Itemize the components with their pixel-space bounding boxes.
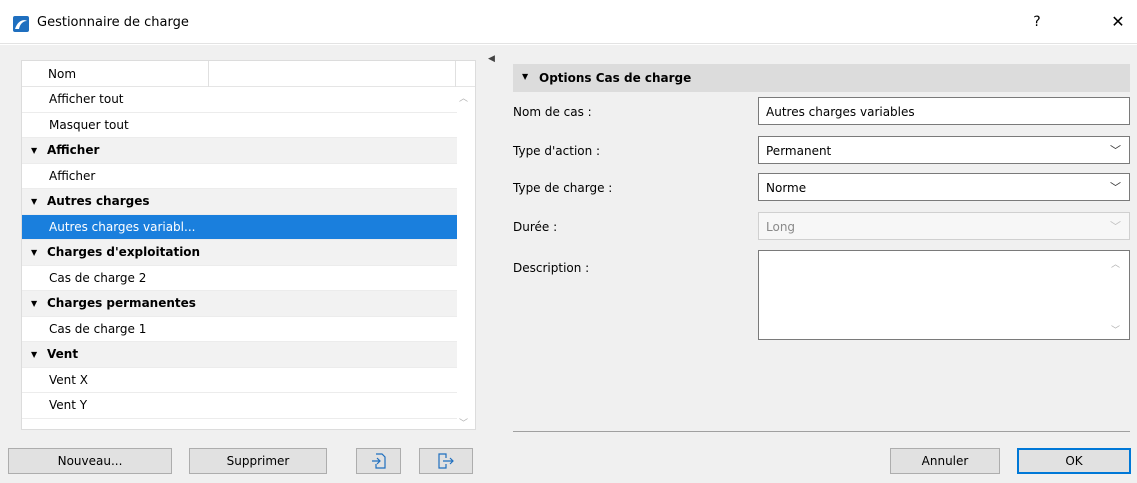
ok-button[interactable]: OK: [1017, 448, 1131, 474]
tree-row-label: Masquer tout: [49, 117, 129, 132]
tree-row-label: Afficher: [47, 143, 100, 157]
tree-item-row[interactable]: Cas de charge 1: [22, 317, 457, 342]
tree-group-row[interactable]: ▼ Charges d'exploitation: [22, 240, 457, 266]
close-button[interactable]: ✕: [1105, 10, 1131, 34]
title-bar: Gestionnaire de charge ? ✕: [0, 0, 1137, 44]
case-name-field[interactable]: Autres charges variables: [758, 97, 1130, 125]
tree-row-label: Cas de charge 1: [49, 321, 147, 336]
tree-item-row[interactable]: Afficher: [22, 164, 457, 189]
expand-triangle-icon[interactable]: ▼: [31, 138, 37, 163]
collapse-panel-icon[interactable]: ◀: [488, 54, 495, 64]
tree-header: Nom: [22, 61, 475, 87]
tree-item-row[interactable]: Vent X: [22, 368, 457, 393]
section-title: Options Cas de charge: [539, 71, 692, 85]
tree-item-row[interactable]: Masquer tout: [22, 113, 457, 138]
scroll-down-icon[interactable]: ﹀: [1111, 323, 1120, 336]
chevron-down-icon: ﹀: [1110, 144, 1121, 157]
load-type-value: Norme: [766, 181, 807, 195]
chevron-down-icon: ﹀: [1110, 220, 1121, 233]
chevron-down-icon: ﹀: [1110, 181, 1121, 194]
expand-triangle-icon[interactable]: ▼: [31, 189, 37, 214]
tree-row-label: Charges d'exploitation: [47, 245, 201, 259]
tree-row-label: Autres charges variabl...: [49, 219, 196, 234]
duration-label: Durée :: [513, 220, 558, 234]
options-section-header[interactable]: ▼ Options Cas de charge: [513, 64, 1130, 92]
help-button[interactable]: ?: [1024, 10, 1050, 34]
tree-row-label: Vent: [47, 347, 79, 361]
load-type-label: Type de charge :: [513, 181, 613, 195]
tree-rows: Afficher tout Masquer tout ▼ Afficher Affich…: [22, 87, 457, 419]
new-button[interactable]: Nouveau...: [8, 448, 172, 474]
tree-row-label: Vent Y: [49, 398, 88, 412]
tree-row-label: Afficher tout: [49, 92, 124, 106]
column-divider: [455, 61, 456, 87]
tree-group-row[interactable]: ▼ Vent: [22, 342, 457, 368]
action-type-select[interactable]: Permanent ﹀: [758, 136, 1130, 164]
tree-item-row[interactable]: Cas de charge 2: [22, 266, 457, 291]
load-type-select[interactable]: Norme ﹀: [758, 173, 1130, 201]
export-icon: [438, 453, 454, 469]
divider: [513, 431, 1130, 432]
description-label: Description :: [513, 261, 590, 275]
scroll-up-icon[interactable]: ︿: [1111, 257, 1120, 270]
dialog-body: Nom Afficher tout Masquer tout ▼ Afficher Af…: [0, 45, 1137, 483]
case-name-value: Autres charges variables: [766, 105, 915, 119]
expand-triangle-icon[interactable]: ▼: [31, 342, 37, 367]
window-title: Gestionnaire de charge: [37, 15, 189, 30]
action-type-value: Permanent: [766, 144, 832, 158]
tree-row-label: Vent X: [49, 372, 89, 387]
tree-row-label: Cas de charge 2: [49, 270, 147, 285]
column-divider[interactable]: [208, 61, 209, 87]
delete-button[interactable]: Supprimer: [189, 448, 327, 474]
tree-group-row[interactable]: ▼ Charges permanentes: [22, 291, 457, 317]
tree-group-row[interactable]: ▼ Afficher: [22, 138, 457, 164]
action-type-label: Type d'action :: [513, 144, 601, 158]
scroll-down-icon[interactable]: ﹀: [459, 416, 468, 429]
tree-item-row[interactable]: Vent Y: [22, 393, 457, 419]
duration-value: Long: [766, 220, 796, 234]
expand-triangle-icon[interactable]: ▼: [31, 240, 37, 265]
load-case-tree: Nom Afficher tout Masquer tout ▼ Afficher Af…: [21, 60, 476, 430]
tree-group-row[interactable]: ▼ Autres charges: [22, 189, 457, 215]
tree-row-label: Charges permanentes: [47, 296, 196, 310]
app-icon: [13, 16, 29, 32]
column-header-nom[interactable]: Nom: [48, 67, 76, 81]
import-icon: [371, 453, 386, 469]
expand-triangle-icon[interactable]: ▼: [31, 291, 37, 316]
cancel-button[interactable]: Annuler: [890, 448, 1000, 474]
case-name-label: Nom de cas :: [513, 105, 592, 119]
collapse-triangle-icon: ▼: [522, 72, 529, 81]
description-textarea[interactable]: ︿ ﹀: [758, 250, 1130, 340]
tree-item-row[interactable]: Autres charges variabl...: [22, 214, 457, 240]
scroll-up-icon[interactable]: ︿: [459, 91, 468, 104]
tree-item-row[interactable]: Afficher tout: [22, 87, 457, 113]
tree-row-label: Afficher: [49, 168, 96, 183]
tree-row-label: Autres charges: [47, 194, 150, 208]
import-button[interactable]: [356, 448, 401, 474]
export-button[interactable]: [419, 448, 473, 474]
duration-select: Long ﹀: [758, 212, 1130, 240]
